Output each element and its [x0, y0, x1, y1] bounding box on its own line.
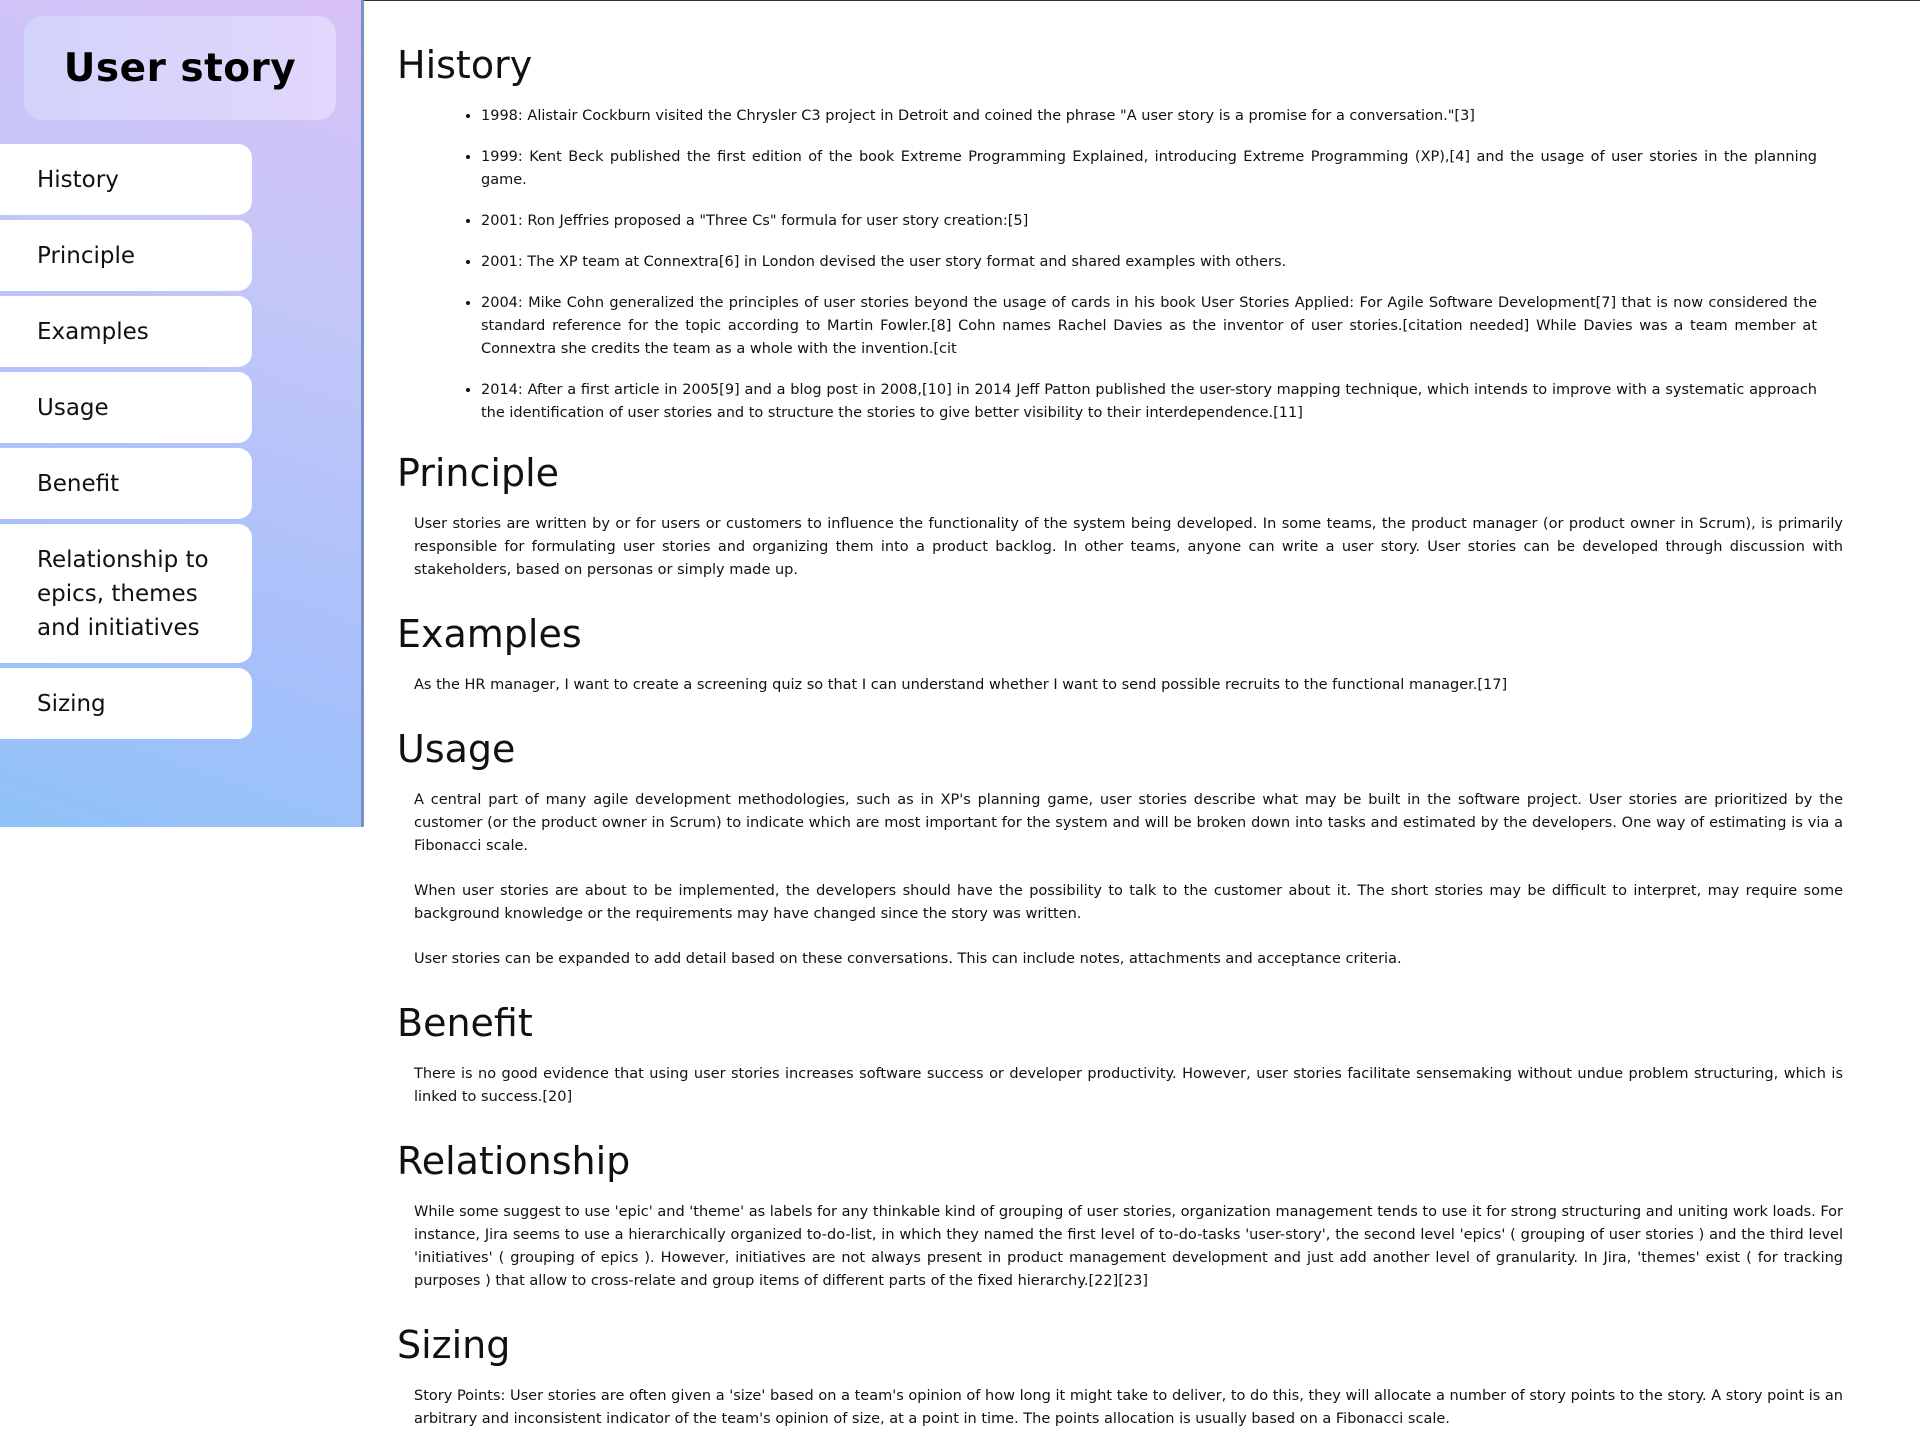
sidebar-item-benefit[interactable]: Benefit	[0, 448, 252, 519]
section-heading: Examples	[397, 612, 582, 656]
sidebar-item-label: Sizing	[37, 690, 106, 717]
section-principle: Principle User stories are written by or…	[397, 443, 1843, 582]
paragraph: There is no good evidence that using use…	[414, 1066, 1843, 1105]
section-heading: Sizing	[397, 1323, 511, 1367]
sidebar-item-relationship[interactable]: Relationship to epics, themes and initia…	[0, 524, 252, 663]
paragraph: As the HR manager, I want to create a sc…	[414, 677, 1508, 693]
sidebar-item-examples[interactable]: Examples	[0, 296, 252, 367]
main-content: History 1998: Alistair Cockburn visited …	[397, 35, 1843, 1453]
sidebar-item-label: Relationship to epics, themes and initia…	[37, 546, 209, 641]
brand-box: User story	[24, 16, 336, 120]
sidebar-item-label: Benefit	[37, 470, 120, 497]
sidebar-item-history[interactable]: History	[0, 144, 252, 215]
sidebar-item-principle[interactable]: Principle	[0, 220, 252, 291]
history-list: 1998: Alistair Cockburn visited the Chry…	[397, 105, 1843, 425]
paragraph: Story Points: User stories are often giv…	[414, 1388, 1843, 1427]
sidebar-item-sizing[interactable]: Sizing	[0, 668, 252, 739]
section-benefit: Benefit There is no good evidence that u…	[397, 993, 1843, 1109]
sidebar-item-usage[interactable]: Usage	[0, 372, 252, 443]
sidebar-item-label: Principle	[37, 242, 136, 269]
section-sizing: Sizing Story Points: User stories are of…	[397, 1315, 1843, 1431]
sidebar-item-label: History	[37, 166, 119, 193]
sidebar-item-label: Examples	[37, 318, 149, 345]
section-history: History 1998: Alistair Cockburn visited …	[397, 35, 1843, 425]
site-title: User story	[63, 45, 297, 91]
sidebar-nav: History Principle Examples Usage Benefit…	[0, 144, 252, 744]
section-usage: Usage A central part of many agile devel…	[397, 719, 1843, 971]
section-heading: Relationship	[397, 1139, 631, 1183]
section-heading: Principle	[397, 451, 560, 495]
section-heading: Benefit	[397, 1001, 533, 1045]
sidebar-item-label: Usage	[37, 394, 109, 421]
section-heading: Usage	[397, 727, 516, 771]
list-item: 1998: Alistair Cockburn visited the Chry…	[481, 105, 1843, 128]
list-item: 2004: Mike Cohn generalized the principl…	[481, 292, 1843, 361]
list-item: 2001: Ron Jeffries proposed a "Three Cs"…	[481, 210, 1843, 233]
section-relationship: Relationship While some suggest to use '…	[397, 1131, 1843, 1293]
paragraph: User stories are written by or for users…	[414, 516, 1843, 578]
section-examples: Examples As the HR manager, I want to cr…	[397, 604, 1843, 697]
list-item: 1999: Kent Beck published the first edit…	[481, 146, 1843, 192]
paragraph: When user stories are about to be implem…	[414, 883, 1843, 922]
list-item: 2001: The XP team at Connextra[6] in Lon…	[481, 251, 1843, 274]
paragraph: User stories can be expanded to add deta…	[414, 951, 1402, 967]
sidebar: User story History Principle Examples Us…	[0, 0, 364, 827]
section-heading: History	[397, 43, 533, 87]
list-item: 2014: After a first article in 2005[9] a…	[481, 379, 1843, 425]
paragraph: A central part of many agile development…	[414, 792, 1843, 854]
paragraph: While some suggest to use 'epic' and 'th…	[414, 1204, 1843, 1289]
